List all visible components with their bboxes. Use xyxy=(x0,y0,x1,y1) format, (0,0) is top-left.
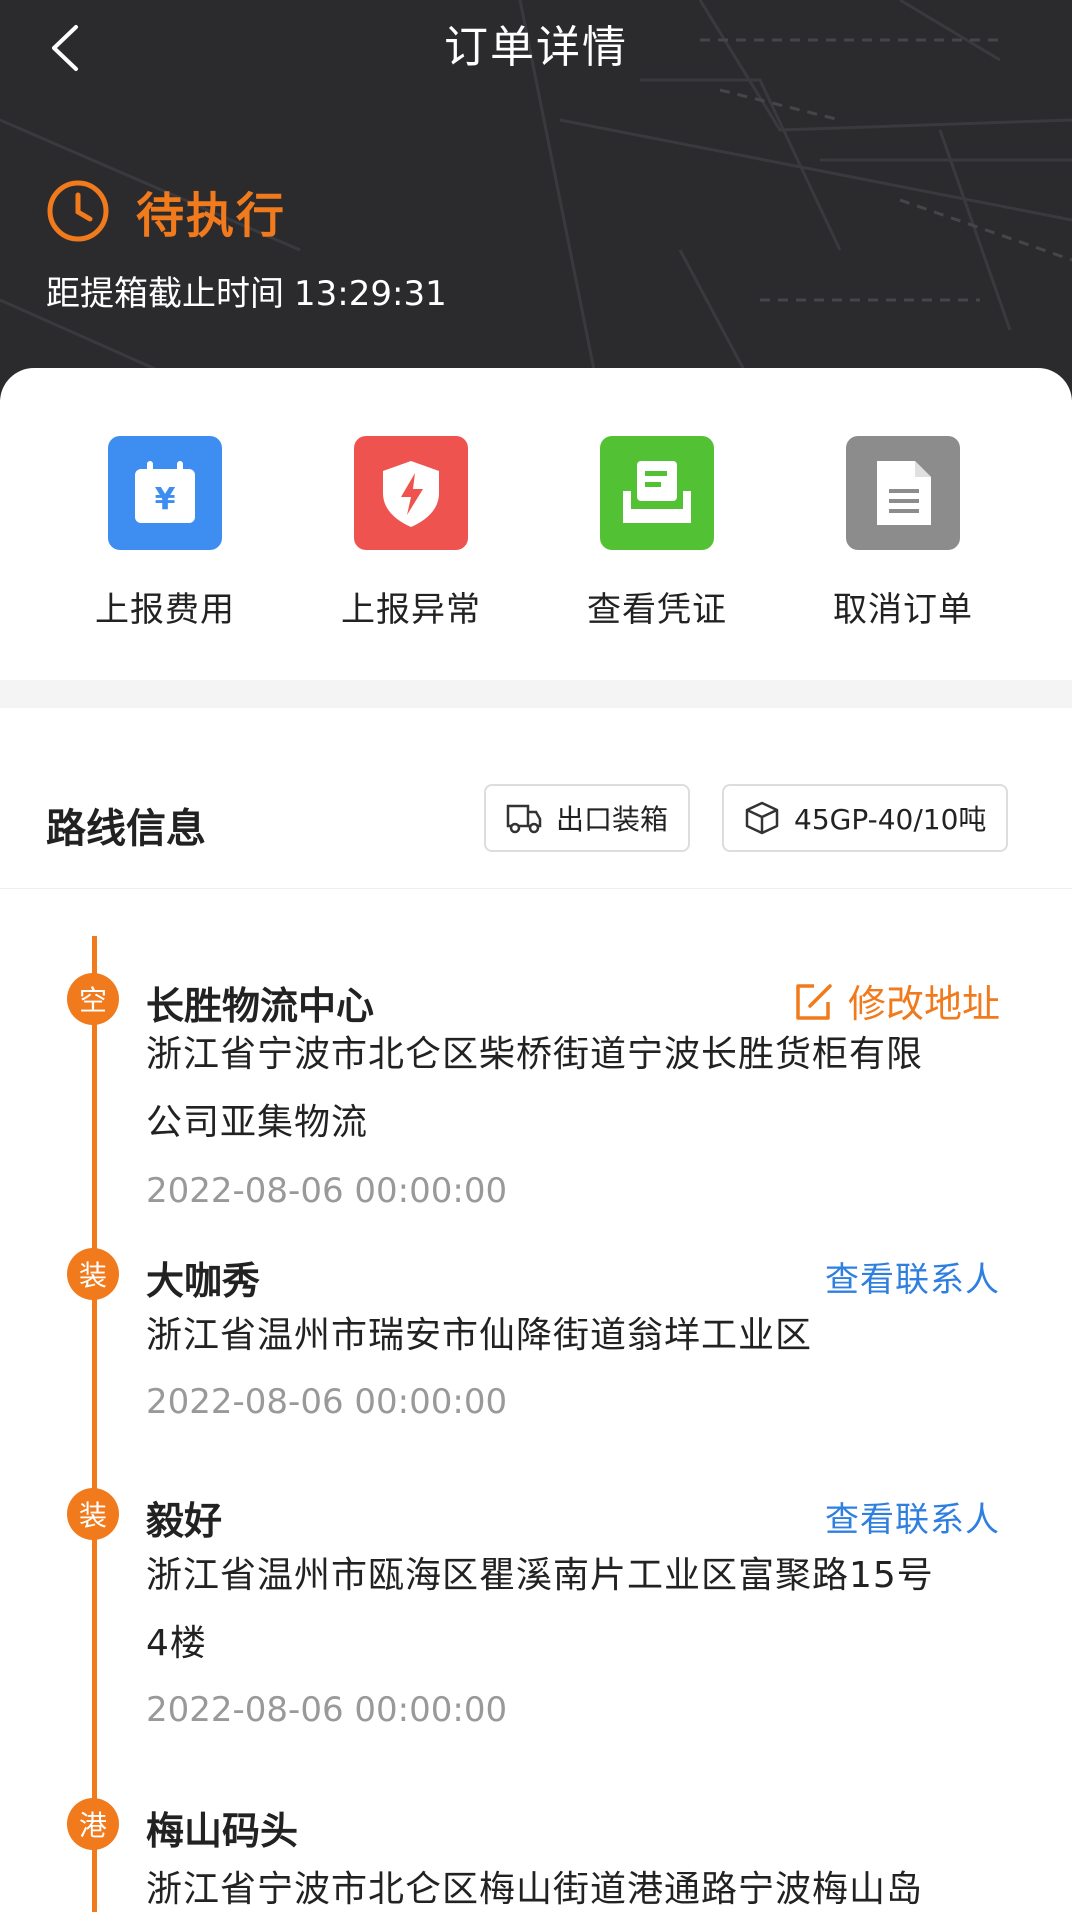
status-text: 待执行 xyxy=(136,188,287,244)
route-section: 路线信息 出口装箱 45GP-40/10吨 空 长胜物流中心 修改地址 浙江省宁… xyxy=(0,708,1072,1912)
stop-address: 浙江省温州市瑞安市仙降街道翁垟工业区 xyxy=(146,1302,1006,1370)
tag-label: 45GP-40/10吨 xyxy=(794,803,987,836)
deadline-label: 距提箱截止时间 xyxy=(46,274,284,314)
route-title: 路线信息 xyxy=(46,806,206,852)
report-fee-button[interactable]: ¥ 上报费用 xyxy=(60,436,270,631)
stop-type-badge: 港 xyxy=(67,1798,119,1850)
action-label: 上报异常 xyxy=(341,590,481,630)
actions-card: ¥ 上报费用 上报异常 查看凭证 取消订单 xyxy=(0,368,1072,680)
view-voucher-button[interactable]: 查看凭证 xyxy=(552,436,762,631)
action-label: 上报费用 xyxy=(95,590,235,630)
voucher-icon xyxy=(600,436,714,550)
timeline-line xyxy=(92,936,97,1912)
address-line: 浙江省温州市瑞安市仙降街道翁垟工业区 xyxy=(146,1315,813,1356)
edit-address-label: 修改地址 xyxy=(847,982,1000,1026)
calendar-yen-icon: ¥ xyxy=(108,436,222,550)
deadline-countdown: 距提箱截止时间 13:29:31 xyxy=(46,266,447,315)
stop-type-badge: 装 xyxy=(67,1248,119,1300)
stop-name: 大咖秀 xyxy=(146,1259,261,1303)
stop-address: 浙江省宁波市北仑区梅山街道港通路宁波梅山岛 xyxy=(146,1856,1006,1912)
stop-time: 2022-08-06 00:00:00 xyxy=(146,1690,508,1730)
stop-time: 2022-08-06 00:00:00 xyxy=(146,1171,508,1211)
cancel-order-button[interactable]: 取消订单 xyxy=(798,436,1008,631)
deadline-value: 13:29:31 xyxy=(294,274,447,314)
view-contact-button[interactable]: 查看联系人 xyxy=(825,1252,1000,1301)
clock-icon xyxy=(47,180,109,242)
stop-address: 浙江省宁波市北仑区柴桥街道宁波长胜货柜有限 公司亚集物流 xyxy=(146,1021,1006,1157)
tag-label: 出口装箱 xyxy=(556,803,669,836)
edit-address-button[interactable]: 修改地址 xyxy=(792,973,1000,1028)
stop-time: 2022-08-06 00:00:00 xyxy=(146,1382,508,1422)
address-line: 浙江省温州市瓯海区瞿溪南片工业区富聚路15号 xyxy=(146,1555,934,1596)
stop-name: 毅好 xyxy=(146,1499,223,1543)
document-icon xyxy=(846,436,960,550)
stop-address: 浙江省温州市瓯海区瞿溪南片工业区富聚路15号 4楼 xyxy=(146,1542,1006,1678)
svg-text:¥: ¥ xyxy=(155,482,176,517)
order-status: 待执行 xyxy=(46,176,286,246)
stop-type-badge: 装 xyxy=(67,1488,119,1540)
address-line: 浙江省宁波市北仑区柴桥街道宁波长胜货柜有限 xyxy=(146,1034,924,1075)
header: 订单详情 待执行 距提箱截止时间 13:29:31 xyxy=(0,0,1072,400)
page-title: 订单详情 xyxy=(444,22,628,73)
address-line: 4楼 xyxy=(146,1623,207,1664)
action-label: 取消订单 xyxy=(833,590,973,630)
stop-type-badge: 空 xyxy=(67,973,119,1025)
tag-business-type: 出口装箱 xyxy=(484,784,691,852)
action-label: 查看凭证 xyxy=(587,590,727,630)
address-line: 公司亚集物流 xyxy=(146,1102,369,1143)
truck-icon xyxy=(506,804,542,834)
shield-bolt-icon xyxy=(354,436,468,550)
tag-container-spec: 45GP-40/10吨 xyxy=(722,784,1009,852)
view-contact-button[interactable]: 查看联系人 xyxy=(825,1492,1000,1541)
box-icon xyxy=(745,801,779,835)
edit-icon xyxy=(796,983,832,1020)
route-header: 路线信息 出口装箱 45GP-40/10吨 xyxy=(0,708,1072,889)
address-line: 浙江省宁波市北仑区梅山街道港通路宁波梅山岛 xyxy=(146,1869,924,1910)
report-exception-button[interactable]: 上报异常 xyxy=(306,436,516,631)
stop-name: 梅山码头 xyxy=(146,1809,299,1853)
